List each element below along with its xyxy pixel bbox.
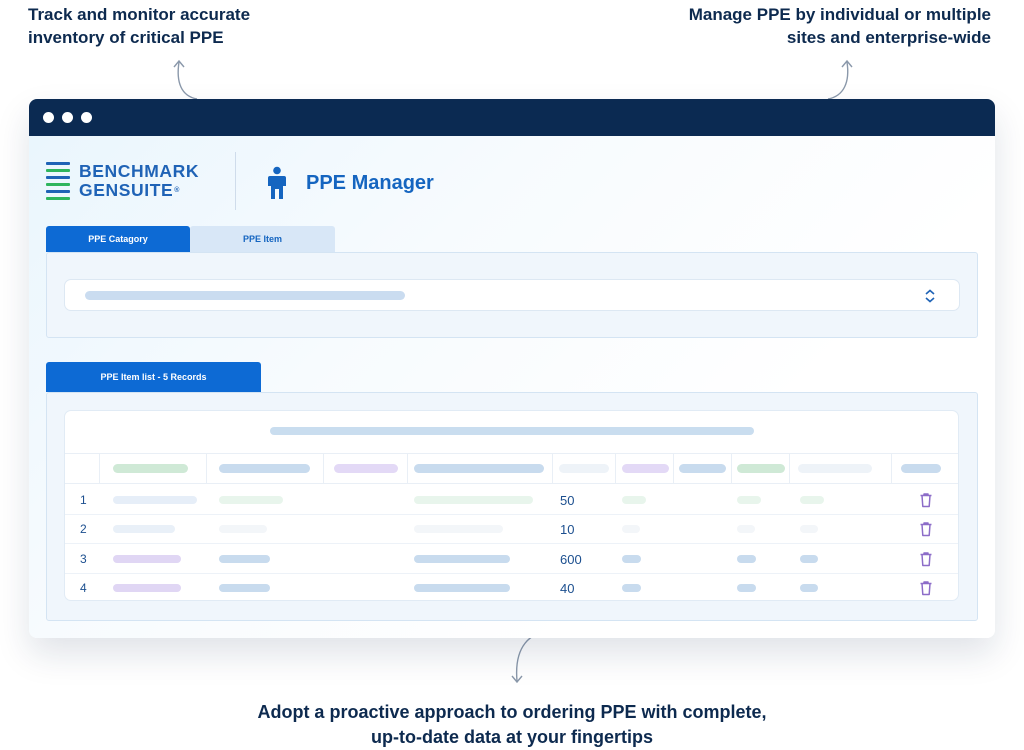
callout-track-inventory: Track and monitor accurate inventory of … (28, 3, 328, 49)
trash-icon[interactable] (919, 521, 933, 537)
tab-ppe-item[interactable]: PPE Item (190, 226, 335, 252)
table-row[interactable]: 4 40 (65, 573, 958, 600)
row-quantity: 40 (560, 581, 575, 596)
table-header-cell[interactable] (100, 454, 207, 484)
logo-bars-icon (46, 162, 70, 200)
row-quantity: 600 (560, 552, 582, 567)
header-divider (235, 152, 236, 210)
filter-panel (46, 252, 978, 338)
arrow-up-right-icon (827, 59, 853, 100)
window-dot-icon[interactable] (62, 112, 73, 123)
person-icon (268, 166, 286, 199)
table-row[interactable]: 1 50 (65, 485, 958, 515)
table-row[interactable]: 2 10 (65, 514, 958, 544)
table-header-cell[interactable] (553, 454, 616, 484)
logo-line1: BENCHMARK (79, 161, 200, 181)
tab-ppe-category[interactable]: PPE Catagory (46, 226, 190, 252)
item-list-panel: 1 50 2 10 3 600 4 40 (46, 392, 978, 621)
table-header-cell[interactable] (207, 454, 324, 484)
app-content: BENCHMARK GENSUITE® PPE Manager PPE Cata… (29, 136, 995, 638)
table-header-cell[interactable] (892, 454, 958, 484)
app-title-text: PPE Manager (306, 171, 434, 194)
window-dot-icon[interactable] (43, 112, 54, 123)
trash-icon[interactable] (919, 551, 933, 567)
item-table: 1 50 2 10 3 600 4 40 (64, 410, 959, 601)
table-header-cell[interactable] (674, 454, 732, 484)
benchmark-gensuite-logo: BENCHMARK GENSUITE® (46, 162, 199, 200)
row-quantity: 50 (560, 493, 575, 508)
callout-manage-sites: Manage PPE by individual or multiple sit… (661, 3, 991, 49)
table-header-cell[interactable] (790, 454, 892, 484)
row-number: 2 (80, 522, 87, 536)
table-title-bar (270, 427, 754, 435)
window-titlebar (29, 99, 995, 136)
table-header-cell[interactable] (408, 454, 553, 484)
table-header-cell[interactable] (324, 454, 408, 484)
arrow-up-left-icon (173, 59, 198, 100)
chevron-updown-icon (925, 289, 935, 303)
table-header-row (65, 453, 958, 484)
row-quantity: 10 (560, 522, 575, 537)
select-placeholder-bar (85, 291, 405, 300)
callout-proactive-ordering: Adopt a proactive approach to ordering P… (0, 700, 1024, 750)
row-number: 3 (80, 552, 87, 566)
callout-right-line2: sites and enterprise-wide (786, 28, 991, 47)
logo-wordmark: BENCHMARK GENSUITE® (79, 162, 199, 200)
registered-mark: ® (174, 187, 181, 194)
callout-right-line1: Manage PPE by individual or multiple (688, 5, 991, 24)
table-row[interactable]: 3 600 (65, 544, 958, 574)
window-dot-icon[interactable] (81, 112, 92, 123)
trash-icon[interactable] (919, 492, 933, 508)
row-number: 4 (80, 581, 87, 595)
category-select[interactable] (64, 279, 960, 311)
callout-bottom-line1: Adopt a proactive approach to ordering P… (257, 702, 767, 722)
row-number: 1 (80, 493, 87, 507)
table-header-cell[interactable] (616, 454, 674, 484)
tab-item-list[interactable]: PPE Item list - 5 Records (46, 362, 261, 392)
callout-bottom-line2: up-to-date data at your fingertips (370, 727, 653, 747)
callout-left-line1: Track and monitor accurate (28, 5, 251, 24)
logo-line2: GENSUITE (79, 180, 174, 200)
trash-icon[interactable] (919, 580, 933, 596)
table-header-cell (65, 454, 100, 484)
app-title: PPE Manager (266, 166, 434, 200)
app-window: BENCHMARK GENSUITE® PPE Manager PPE Cata… (29, 99, 995, 638)
table-header-cell[interactable] (732, 454, 790, 484)
callout-left-line2: inventory of critical PPE (28, 28, 224, 47)
